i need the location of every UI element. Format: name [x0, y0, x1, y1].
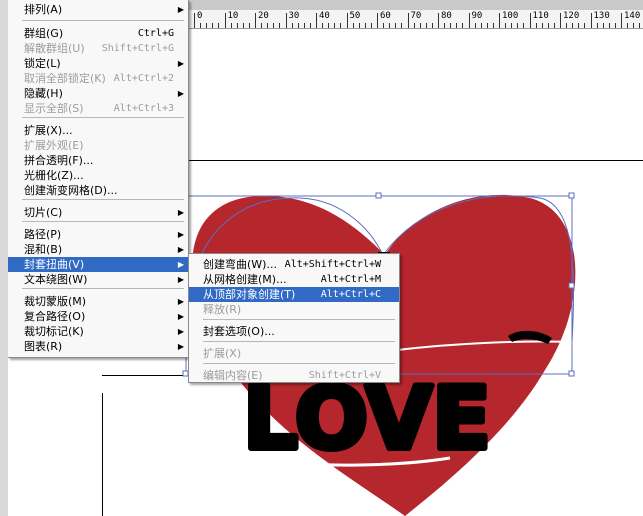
menu-item[interactable]: 隐藏(H) ▶ [8, 86, 188, 101]
menu-item-label: 封套扭曲(V) [24, 258, 85, 271]
menu-separator [203, 319, 395, 320]
submenu-arrow-icon: ▶ [177, 89, 184, 98]
menu-item-shortcut: Ctrl+G [137, 28, 174, 39]
menu-item-label: 文本绕图(W) [24, 273, 88, 286]
menu-item[interactable]: 裁切蒙版(M) ▶ [8, 294, 188, 309]
submenu-arrow-icon: ▶ [177, 312, 184, 321]
menu-separator [22, 199, 184, 200]
menu-item[interactable]: 拼合透明(F)... [8, 153, 188, 168]
menu-item-label: 扩展(X)... [24, 124, 73, 137]
menu-item-label: 裁切蒙版(M) [24, 295, 87, 308]
submenu-item-label: 创建弯曲(W)... [203, 258, 277, 271]
submenu-item-shortcut: Shift+Ctrl+V [308, 370, 381, 381]
submenu-item-label: 扩展(X) [203, 347, 242, 360]
menu-item-label: 复合路径(O) [24, 310, 86, 323]
submenu-item[interactable]: 释放(R) [189, 302, 399, 317]
menu-item[interactable]: 群组(G) Ctrl+G [8, 26, 188, 41]
submenu-item-label: 从顶部对象创建(T) [203, 288, 296, 301]
menu-item[interactable]: 路径(P) ▶ [8, 227, 188, 242]
submenu-arrow-icon: ▶ [177, 245, 184, 254]
menu-separator [203, 341, 395, 342]
selection-handle[interactable] [568, 282, 575, 289]
submenu-arrow-icon: ▶ [177, 5, 184, 14]
menu-item[interactable]: 文本绕图(W) ▶ [8, 272, 188, 287]
menu-item-label: 创建渐变网格(D)... [24, 184, 118, 197]
menu-item[interactable]: 解散群组(U) Shift+Ctrl+G [8, 41, 188, 56]
menu-item[interactable]: 图表(R) ▶ [8, 339, 188, 354]
submenu-item[interactable]: 创建弯曲(W)... Alt+Shift+Ctrl+W [189, 257, 399, 272]
submenu-item-shortcut: Alt+Shift+Ctrl+W [284, 259, 381, 270]
selection-handle[interactable] [375, 192, 382, 199]
menu-separator [22, 221, 184, 222]
submenu-item[interactable]: 从顶部对象创建(T) Alt+Ctrl+C [189, 287, 399, 302]
menu-item[interactable]: 扩展(X)... [8, 123, 188, 138]
submenu-item[interactable]: 从网格创建(M)... Alt+Ctrl+M [189, 272, 399, 287]
submenu-arrow-icon: ▶ [177, 59, 184, 68]
submenu-item[interactable]: 封套选项(O)... [189, 324, 399, 339]
selection-handle[interactable] [568, 370, 575, 377]
menu-item-label: 路径(P) [24, 228, 62, 241]
menu-item-label: 群组(G) [24, 27, 64, 40]
menu-item-label: 解散群组(U) [24, 42, 85, 55]
canvas-area[interactable]: 0 10 20 30 40 50 60 70 80 90 100 110 120 130 140 LOVE … [0, 0, 643, 516]
menu-separator [22, 20, 184, 21]
menu-item[interactable]: 锁定(L) ▶ [8, 56, 188, 71]
submenu-item[interactable]: 编辑内容(E) Shift+Ctrl+V [189, 368, 399, 383]
menu-item[interactable]: 切片(C) ▶ [8, 205, 188, 220]
love-text[interactable]: LOVE [240, 366, 494, 472]
submenu-arrow-icon: ▶ [177, 297, 184, 306]
submenu-item-label: 封套选项(O)... [203, 325, 275, 338]
submenu-arrow-icon: ▶ [177, 342, 184, 351]
menu-item-label: 裁切标记(K) [24, 325, 84, 338]
submenu-item-label: 从网格创建(M)... [203, 273, 287, 286]
menu-item-label: 混和(B) [24, 243, 63, 256]
menu-item-shortcut: Alt+Ctrl+2 [113, 73, 174, 84]
menu-item-label: 排列(A) [24, 3, 63, 16]
menu-item-label: 隐藏(H) [24, 87, 63, 100]
selection-handle[interactable] [568, 192, 575, 199]
menu-item[interactable]: 创建渐变网格(D)... [8, 183, 188, 198]
submenu-item-shortcut: Alt+Ctrl+C [320, 289, 381, 300]
menu-separator [22, 117, 184, 118]
menu-item[interactable]: 裁切标记(K) ▶ [8, 324, 188, 339]
submenu-item-label: 编辑内容(E) [203, 369, 263, 382]
menu-item[interactable]: 光栅化(Z)... [8, 168, 188, 183]
menu-item[interactable]: 封套扭曲(V) ▶ [8, 257, 188, 272]
submenu-arrow-icon: ▶ [177, 230, 184, 239]
menu-item-label: 扩展外观(E) [24, 139, 84, 152]
menu-item-label: 图表(R) [24, 340, 63, 353]
object-menu[interactable]: 排列(A) ▶ 群组(G) Ctrl+G 解散群组(U) Shift+Ctrl+G 锁定(L… [8, 0, 189, 358]
menu-item[interactable]: 排列(A) ▶ [8, 2, 188, 17]
submenu-item-shortcut: Alt+Ctrl+M [320, 274, 381, 285]
menu-item-shortcut: Alt+Ctrl+3 [113, 103, 174, 114]
menu-item-label: 拼合透明(F)... [24, 154, 94, 167]
envelope-distort-submenu[interactable]: 创建弯曲(W)... Alt+Shift+Ctrl+W 从网格创建(M)... Alt… [188, 253, 400, 383]
menu-item-label: 光栅化(Z)... [24, 169, 84, 182]
submenu-arrow-icon: ▶ [177, 260, 184, 269]
submenu-arrow-icon: ▶ [177, 327, 184, 336]
menu-item[interactable]: 扩展外观(E) [8, 138, 188, 153]
menu-item[interactable]: 显示全部(S) Alt+Ctrl+3 [8, 101, 188, 116]
window-left-edge [0, 0, 8, 516]
menu-separator [22, 288, 184, 289]
menu-item-shortcut: Shift+Ctrl+G [101, 43, 174, 54]
menu-item[interactable]: 混和(B) ▶ [8, 242, 188, 257]
menu-item-label: 取消全部锁定(K) [24, 72, 106, 85]
menu-item-label: 切片(C) [24, 206, 63, 219]
submenu-arrow-icon: ▶ [177, 208, 184, 217]
menu-item[interactable]: 取消全部锁定(K) Alt+Ctrl+2 [8, 71, 188, 86]
menu-separator [203, 363, 395, 364]
submenu-arrow-icon: ▶ [177, 275, 184, 284]
menu-item-label: 锁定(L) [24, 57, 61, 70]
submenu-item[interactable]: 扩展(X) [189, 346, 399, 361]
menu-item-label: 显示全部(S) [24, 102, 84, 115]
submenu-item-label: 释放(R) [203, 303, 242, 316]
menu-item[interactable]: 复合路径(O) ▶ [8, 309, 188, 324]
